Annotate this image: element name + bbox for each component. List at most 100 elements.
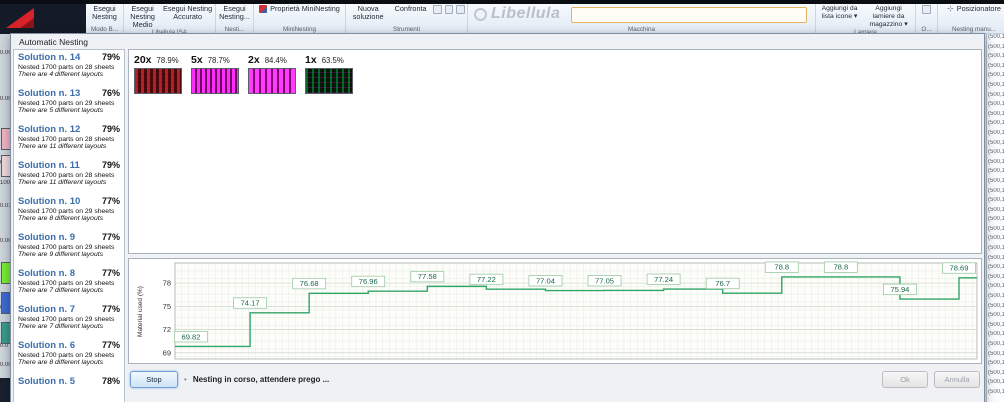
solution-layouts: There are 7 different layouts — [18, 287, 120, 294]
tool-icon[interactable] — [456, 5, 465, 14]
layout-thumbnail[interactable] — [191, 68, 239, 94]
ribbon-group-libellula-isa: Esegui Nesting Medio Esegui Nesting Accu… — [124, 4, 216, 34]
sheet-list-row-fragment: (500,1 — [987, 140, 1004, 150]
sheet-list-row-fragment: (500,1 — [987, 197, 1004, 207]
tool-icon[interactable] — [922, 5, 931, 14]
sheet-list-row-fragment: (500,1 — [987, 331, 1004, 341]
solutions-list[interactable]: Solution n. 14 79% Nested 1700 parts on … — [13, 49, 125, 402]
solution-item[interactable]: Solution n. 13 76% Nested 1700 parts on … — [14, 86, 124, 122]
solution-item[interactable]: Solution n. 12 79% Nested 1700 parts on … — [14, 122, 124, 158]
sheet-list-row-fragment: (500,1 — [987, 207, 1004, 217]
libellula-logo-icon — [0, 4, 86, 34]
sheet-list-row-fragment: (500,1 — [987, 82, 1004, 92]
sheet-list-row-fragment: (500,1 — [987, 293, 1004, 303]
ribbon-group-mininesting: Proprietà MiniNesting MiniNesting — [254, 4, 346, 34]
esegui-nesting-dots-button[interactable]: Esegui Nesting... — [218, 5, 251, 21]
nuova-soluzione-button[interactable]: Nuova soluzione — [348, 5, 388, 21]
preview-count: 2x — [248, 54, 260, 66]
solution-layouts: There are 5 different layouts — [18, 107, 120, 114]
sheet-list-row-fragment: (500,1 — [987, 44, 1004, 54]
svg-text:69: 69 — [163, 348, 171, 357]
sheet-list-row-fragment: (500,1 — [987, 168, 1004, 178]
machine-selector-box[interactable] — [571, 7, 807, 23]
aggiungi-da-lista-button[interactable]: Aggiungi da lista icone ▾ — [818, 5, 861, 21]
svg-text:75: 75 — [163, 302, 171, 311]
sheet-list-row-fragment: (500,1 — [987, 120, 1004, 130]
solution-percent: 77% — [102, 304, 120, 314]
sheet-list-row-fragment: (500,1 — [987, 101, 1004, 111]
solution-parts: Nested 1700 parts on 29 sheets — [18, 352, 120, 359]
automatic-nesting-dialog: Automatic Nesting Solution n. 14 79% Nes… — [10, 33, 985, 402]
svg-text:78.8: 78.8 — [833, 263, 848, 272]
sheet-list-row-fragment: (500,1 — [987, 351, 1004, 361]
solution-parts: Nested 1700 parts on 28 sheets — [18, 64, 120, 71]
confronta-button[interactable]: Confronta — [391, 5, 429, 13]
aggiungi-lamiere-label: Aggiungi lamiere da magazzino — [869, 5, 904, 28]
esegui-nesting-medio-button[interactable]: Esegui Nesting Medio — [126, 5, 159, 29]
solution-item[interactable]: Solution n. 8 77% Nested 1700 parts on 2… — [14, 266, 124, 302]
solution-item[interactable]: Solution n. 7 77% Nested 1700 parts on 2… — [14, 302, 124, 338]
solution-item[interactable]: Solution n. 10 77% Nested 1700 parts on … — [14, 194, 124, 230]
svg-text:77.24: 77.24 — [654, 275, 673, 284]
sheet-list-row-fragment: (500,1 — [987, 188, 1004, 198]
solution-name: Solution n. 8 — [18, 268, 75, 279]
solution-parts: Nested 1700 parts on 29 sheets — [18, 208, 120, 215]
sheet-list-row-fragment: (500,1 — [987, 53, 1004, 63]
sheet-list-row-fragment: (500,1 — [987, 283, 1004, 293]
sheet-list-row-fragment: (500,1 — [987, 226, 1004, 236]
layout-thumbnail[interactable] — [134, 68, 182, 94]
esegui-nesting-button[interactable]: Esegui Nesting — [88, 5, 121, 21]
preview-count: 1x — [305, 54, 317, 66]
solution-layouts: There are 7 different layouts — [18, 323, 120, 330]
status-text: Nesting in corso, attendere prego ... — [193, 375, 329, 384]
sheet-list-row-fragment: (500,1 — [987, 360, 1004, 370]
solution-parts: Nested 1700 parts on 28 sheets — [18, 136, 120, 143]
sheet-list-row-fragment: (500,1 — [987, 159, 1004, 169]
sheet-list-row-fragment: (500,1 — [987, 264, 1004, 274]
solution-name: Solution n. 7 — [18, 304, 75, 315]
sheet-list-row-fragment: (500,1 — [987, 111, 1004, 121]
preview-count: 20x — [134, 54, 152, 66]
chevron-down-icon: ▾ — [904, 21, 907, 28]
tool-icon[interactable] — [445, 5, 454, 14]
solution-item[interactable]: Solution n. 9 77% Nested 1700 parts on 2… — [14, 230, 124, 266]
aggiungi-lamiere-button[interactable]: Aggiungi lamiere da magazzino ▾ — [864, 5, 913, 29]
machine-brand-watermark: Libellula — [470, 5, 560, 23]
solution-item[interactable]: Solution n. 5 78% — [14, 374, 124, 402]
sheet-list-row-fragment: (500,1 — [987, 274, 1004, 284]
tool-icon[interactable] — [433, 5, 442, 14]
solution-item[interactable]: Solution n. 14 79% Nested 1700 parts on … — [14, 50, 124, 86]
solution-layouts: There are 11 different layouts — [18, 179, 120, 186]
posizionatore-button[interactable]: ⊹ Posizionatore — [947, 5, 1001, 13]
cancel-button[interactable]: Annulla — [934, 371, 980, 388]
layout-thumbnail[interactable] — [248, 68, 296, 94]
ribbon-group-nesting-manuale: ⊹ Posizionatore Nesting manu... — [938, 4, 1004, 34]
solution-parts: Nested 1700 parts on 29 sheets — [18, 100, 120, 107]
svg-text:74.17: 74.17 — [241, 299, 260, 308]
preview-percent: 84.4% — [265, 56, 287, 65]
layout-thumbnail[interactable] — [305, 68, 353, 94]
solution-percent: 77% — [102, 340, 120, 350]
ribbon-group-modo: Esegui Nesting Modo B... — [86, 4, 124, 34]
preview-count: 5x — [191, 54, 203, 66]
sheet-list-row-fragment: (500,1 — [987, 130, 1004, 140]
stop-button[interactable]: Stop — [130, 371, 178, 388]
proprieta-mininesting-button[interactable]: Proprietà MiniNesting — [259, 5, 340, 13]
svg-text:78.8: 78.8 — [774, 263, 789, 272]
esegui-nesting-accurato-button[interactable]: Esegui Nesting Accurato — [162, 5, 213, 21]
solution-item[interactable]: Solution n. 11 79% Nested 1700 parts on … — [14, 158, 124, 194]
ok-button[interactable]: Ok — [882, 371, 928, 388]
preview-group: 20x 78.9% — [134, 54, 182, 94]
brand-glyph-icon — [474, 8, 487, 21]
sheet-list-row-fragment: (500,1 — [987, 245, 1004, 255]
material-used-chart: 6972757869.8274.1776.6876.9677.5877.2277… — [147, 261, 979, 361]
sheet-list-row-fragment: (500,1 — [987, 63, 1004, 73]
sheet-list-row-fragment: (500,1 — [987, 341, 1004, 351]
solution-name: Solution n. 11 — [18, 160, 80, 171]
proprieta-mininesting-label: Proprietà MiniNesting — [270, 5, 340, 13]
sheet-list-row-fragment: (500,1 — [987, 389, 1004, 399]
solution-item[interactable]: Solution n. 6 77% Nested 1700 parts on 2… — [14, 338, 124, 374]
preview-group: 2x 84.4% — [248, 54, 296, 94]
solution-percent: 79% — [102, 160, 120, 170]
mininesting-properties-icon — [259, 5, 267, 13]
